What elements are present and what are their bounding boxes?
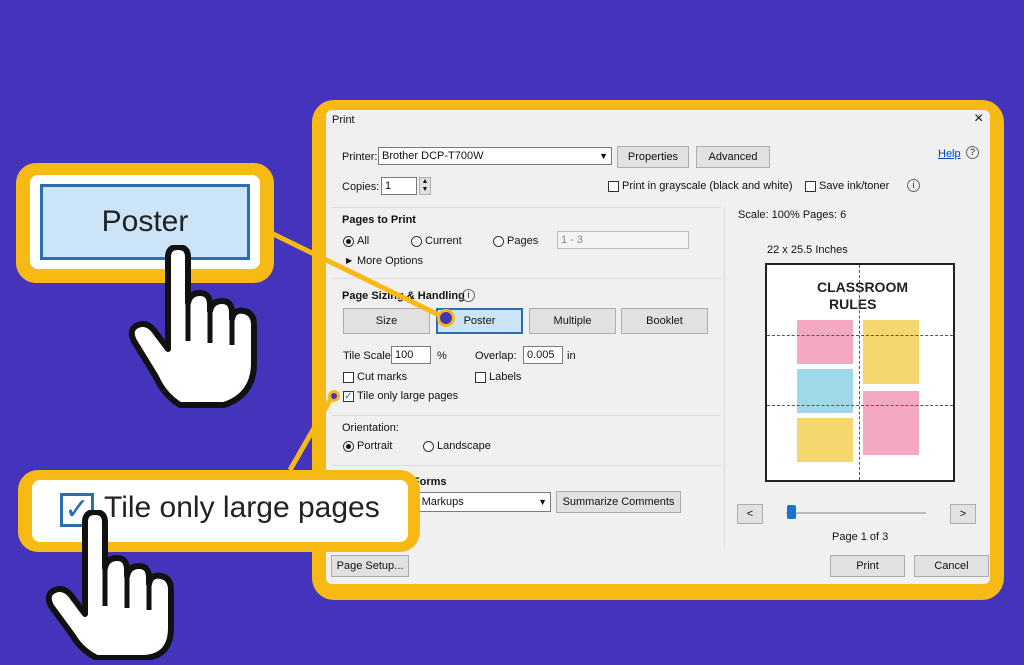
hand-pointer-icon bbox=[128, 245, 257, 408]
connector-dot bbox=[440, 312, 452, 324]
connector-line bbox=[263, 227, 447, 321]
connector-dot bbox=[331, 393, 337, 399]
hand-pointer-icon bbox=[45, 510, 174, 660]
connector-line bbox=[287, 393, 336, 472]
